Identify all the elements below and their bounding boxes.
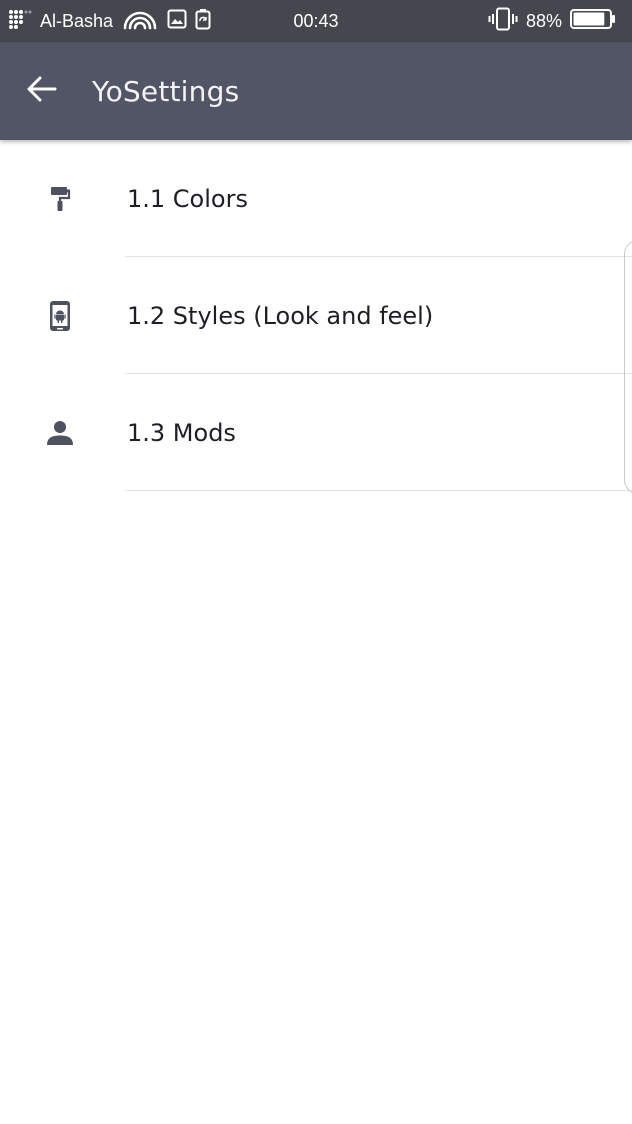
settings-item-mods[interactable]: 1.3 Mods: [0, 374, 632, 491]
status-bar-right: 88%: [488, 0, 616, 42]
paint-roller-icon: [44, 140, 76, 257]
settings-item-label: 1.1 Colors: [127, 184, 248, 213]
android-phone-icon: [44, 257, 76, 374]
back-button[interactable]: [22, 73, 62, 109]
edge-panel-handle[interactable]: [624, 240, 632, 494]
divider: [125, 490, 632, 491]
settings-item-styles[interactable]: 1.2 Styles (Look and feel): [0, 257, 632, 374]
status-bar-left: Al-Basha: [8, 0, 211, 42]
page-title: YoSettings: [92, 74, 240, 108]
battery-percent: 88%: [525, 10, 562, 31]
vibrate-icon: [488, 7, 518, 36]
wifi-icon: [121, 8, 159, 35]
app-bar: YoSettings: [0, 42, 632, 140]
person-icon: [44, 374, 76, 491]
settings-item-label: 1.2 Styles (Look and feel): [127, 301, 434, 330]
battery-icon: [570, 8, 616, 35]
signal-icon: [8, 8, 32, 35]
settings-item-label: 1.3 Mods: [127, 418, 236, 447]
settings-list: 1.1 Colors 1.2 Styles (Look and feel) 1.…: [0, 140, 632, 491]
image-notification-icon: [167, 9, 187, 34]
arrow-left-icon: [26, 75, 58, 107]
battery-saver-icon: [195, 8, 211, 35]
status-bar: Al-Basha 00:43 88%: [0, 0, 632, 42]
carrier-name: Al-Basha: [40, 10, 114, 31]
settings-item-colors[interactable]: 1.1 Colors: [0, 140, 632, 257]
